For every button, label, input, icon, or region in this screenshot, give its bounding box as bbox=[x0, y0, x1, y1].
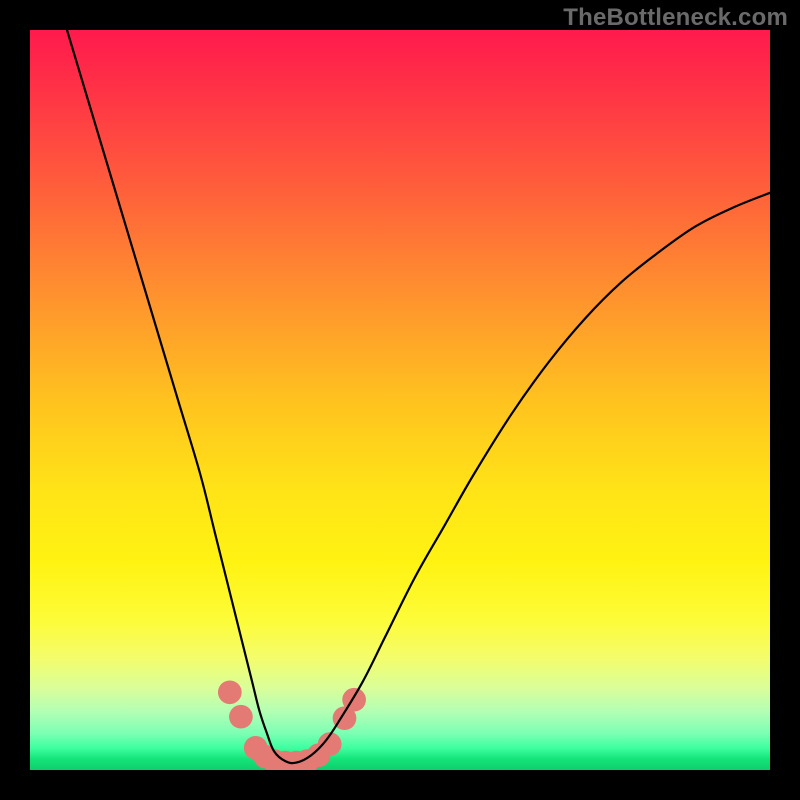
chart-frame: TheBottleneck.com bbox=[0, 0, 800, 800]
chart-svg bbox=[30, 30, 770, 770]
left-marker-mid bbox=[229, 705, 253, 729]
right-marker-upper bbox=[342, 688, 366, 712]
watermark-text: TheBottleneck.com bbox=[563, 4, 788, 32]
left-marker-upper bbox=[218, 680, 242, 704]
plot-area bbox=[30, 30, 770, 770]
markers-group bbox=[218, 680, 366, 770]
bottleneck-curve bbox=[67, 30, 770, 763]
